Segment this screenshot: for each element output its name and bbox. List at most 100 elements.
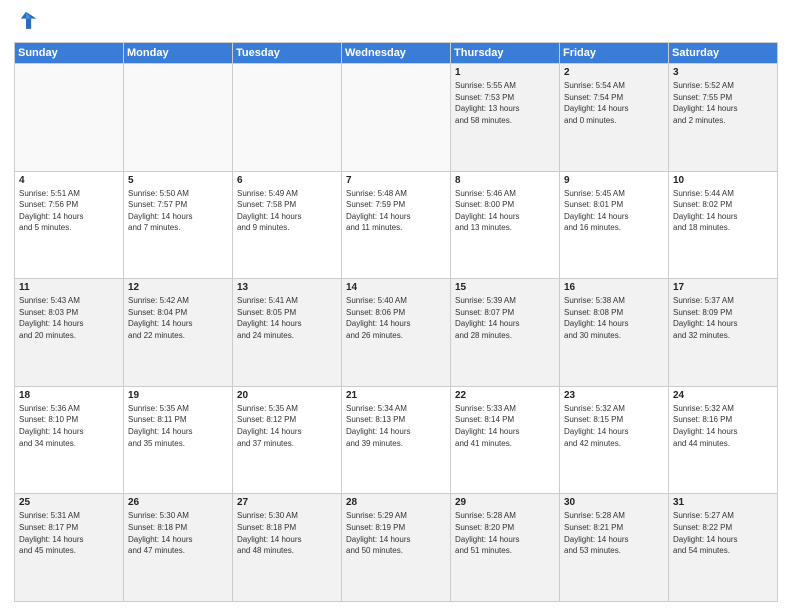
day-number: 2 (564, 67, 664, 78)
calendar-day-cell: 5Sunrise: 5:50 AM Sunset: 7:57 PM Daylig… (124, 171, 233, 279)
day-info-text: Sunrise: 5:41 AM Sunset: 8:05 PM Dayligh… (237, 295, 337, 341)
day-number: 11 (19, 282, 119, 293)
day-number: 28 (346, 497, 446, 508)
calendar-day-cell: 18Sunrise: 5:36 AM Sunset: 8:10 PM Dayli… (15, 386, 124, 494)
logo-icon (14, 10, 38, 34)
day-number: 13 (237, 282, 337, 293)
day-number: 9 (564, 175, 664, 186)
calendar-day-cell: 26 Sunrise: 5:30 AM Sunset: 8:18 PM Dayli… (124, 494, 233, 602)
day-number: 21 (346, 390, 446, 401)
day-number: 22 (455, 390, 555, 401)
day-number: 3 (673, 67, 773, 78)
calendar-day-cell: 31 Sunrise: 5:27 AM Sunset: 8:22 PM Dayli… (669, 494, 778, 602)
calendar-day-cell: 4 Sunrise: 5:51 AM Sunset: 7:56 PM Daylig… (15, 171, 124, 279)
day-info-text: Sunrise: 5:45 AM Sunset: 8:01 PM Dayligh… (564, 188, 664, 234)
day-info-text: Sunrise: 5:27 AM Sunset: 8:22 PM Dayligh… (673, 510, 773, 556)
day-number: 17 (673, 282, 773, 293)
day-number: 25 (19, 497, 119, 508)
day-info-text: Sunrise: 5:30 AM Sunset: 8:18 PM Dayligh… (128, 510, 228, 556)
calendar-day-header: Tuesday (233, 43, 342, 64)
calendar-day-cell: 22 Sunrise: 5:33 AM Sunset: 8:14 PM Dayli… (451, 386, 560, 494)
day-number: 6 (237, 175, 337, 186)
calendar-day-cell: 1Sunrise: 5:55 AM Sunset: 7:53 PM Daylig… (451, 64, 560, 172)
day-info-text: Sunrise: 5:51 AM Sunset: 7:56 PM Dayligh… (19, 188, 119, 234)
day-info-text: Sunrise: 5:35 AM Sunset: 8:12 PM Dayligh… (237, 403, 337, 449)
day-number: 8 (455, 175, 555, 186)
day-number: 10 (673, 175, 773, 186)
calendar-week-row: 18Sunrise: 5:36 AM Sunset: 8:10 PM Dayli… (15, 386, 778, 494)
calendar-day-cell (15, 64, 124, 172)
calendar-day-cell: 16 Sunrise: 5:38 AM Sunset: 8:08 PM Dayli… (560, 279, 669, 387)
day-number: 29 (455, 497, 555, 508)
day-number: 7 (346, 175, 446, 186)
calendar-day-cell: 7 Sunrise: 5:48 AM Sunset: 7:59 PM Daylig… (342, 171, 451, 279)
day-number: 18 (19, 390, 119, 401)
calendar-day-cell: 20 Sunrise: 5:35 AM Sunset: 8:12 PM Dayli… (233, 386, 342, 494)
day-info-text: Sunrise: 5:32 AM Sunset: 8:15 PM Dayligh… (564, 403, 664, 449)
day-info-text: Sunrise: 5:33 AM Sunset: 8:14 PM Dayligh… (455, 403, 555, 449)
calendar-day-cell: 28 Sunrise: 5:29 AM Sunset: 8:19 PM Dayli… (342, 494, 451, 602)
calendar-day-cell: 2 Sunrise: 5:54 AM Sunset: 7:54 PM Daylig… (560, 64, 669, 172)
calendar-week-row: 1Sunrise: 5:55 AM Sunset: 7:53 PM Daylig… (15, 64, 778, 172)
calendar-day-header: Wednesday (342, 43, 451, 64)
calendar-day-cell: 27Sunrise: 5:30 AM Sunset: 8:18 PM Dayli… (233, 494, 342, 602)
calendar-day-cell: 14 Sunrise: 5:40 AM Sunset: 8:06 PM Dayli… (342, 279, 451, 387)
logo (14, 10, 42, 34)
day-number: 1 (455, 67, 555, 78)
day-number: 20 (237, 390, 337, 401)
day-number: 31 (673, 497, 773, 508)
day-number: 26 (128, 497, 228, 508)
calendar-week-row: 25 Sunrise: 5:31 AM Sunset: 8:17 PM Dayli… (15, 494, 778, 602)
calendar-day-cell: 8 Sunrise: 5:46 AM Sunset: 8:00 PM Daylig… (451, 171, 560, 279)
calendar-day-cell: 30 Sunrise: 5:28 AM Sunset: 8:21 PM Dayli… (560, 494, 669, 602)
calendar-day-cell: 15 Sunrise: 5:39 AM Sunset: 8:07 PM Dayli… (451, 279, 560, 387)
day-info-text: Sunrise: 5:39 AM Sunset: 8:07 PM Dayligh… (455, 295, 555, 341)
calendar-day-cell: 25 Sunrise: 5:31 AM Sunset: 8:17 PM Dayli… (15, 494, 124, 602)
calendar-header-row: SundayMondayTuesdayWednesdayThursdayFrid… (15, 43, 778, 64)
calendar-day-cell: 21Sunrise: 5:34 AM Sunset: 8:13 PM Dayli… (342, 386, 451, 494)
day-info-text: Sunrise: 5:32 AM Sunset: 8:16 PM Dayligh… (673, 403, 773, 449)
calendar-day-cell: 3 Sunrise: 5:52 AM Sunset: 7:55 PM Daylig… (669, 64, 778, 172)
day-info-text: Sunrise: 5:49 AM Sunset: 7:58 PM Dayligh… (237, 188, 337, 234)
calendar-day-header: Friday (560, 43, 669, 64)
day-info-text: Sunrise: 5:28 AM Sunset: 8:20 PM Dayligh… (455, 510, 555, 556)
day-info-text: Sunrise: 5:48 AM Sunset: 7:59 PM Dayligh… (346, 188, 446, 234)
day-info-text: Sunrise: 5:29 AM Sunset: 8:19 PM Dayligh… (346, 510, 446, 556)
day-number: 19 (128, 390, 228, 401)
calendar-day-cell: 19 Sunrise: 5:35 AM Sunset: 8:11 PM Dayli… (124, 386, 233, 494)
day-info-text: Sunrise: 5:54 AM Sunset: 7:54 PM Dayligh… (564, 80, 664, 126)
day-number: 4 (19, 175, 119, 186)
calendar-day-cell: 23 Sunrise: 5:32 AM Sunset: 8:15 PM Dayli… (560, 386, 669, 494)
day-number: 15 (455, 282, 555, 293)
day-number: 23 (564, 390, 664, 401)
calendar-day-cell: 17 Sunrise: 5:37 AM Sunset: 8:09 PM Dayli… (669, 279, 778, 387)
day-info-text: Sunrise: 5:46 AM Sunset: 8:00 PM Dayligh… (455, 188, 555, 234)
day-number: 5 (128, 175, 228, 186)
calendar-day-cell: 6 Sunrise: 5:49 AM Sunset: 7:58 PM Daylig… (233, 171, 342, 279)
day-info-text: Sunrise: 5:38 AM Sunset: 8:08 PM Dayligh… (564, 295, 664, 341)
calendar-day-cell: 10Sunrise: 5:44 AM Sunset: 8:02 PM Dayli… (669, 171, 778, 279)
day-info-text: Sunrise: 5:43 AM Sunset: 8:03 PM Dayligh… (19, 295, 119, 341)
calendar-day-cell: 29 Sunrise: 5:28 AM Sunset: 8:20 PM Dayli… (451, 494, 560, 602)
calendar-day-cell: 12Sunrise: 5:42 AM Sunset: 8:04 PM Dayli… (124, 279, 233, 387)
day-info-text: Sunrise: 5:35 AM Sunset: 8:11 PM Dayligh… (128, 403, 228, 449)
day-info-text: Sunrise: 5:52 AM Sunset: 7:55 PM Dayligh… (673, 80, 773, 126)
day-info-text: Sunrise: 5:40 AM Sunset: 8:06 PM Dayligh… (346, 295, 446, 341)
day-number: 14 (346, 282, 446, 293)
calendar-day-cell: 9 Sunrise: 5:45 AM Sunset: 8:01 PM Daylig… (560, 171, 669, 279)
calendar-day-cell (124, 64, 233, 172)
calendar-week-row: 11 Sunrise: 5:43 AM Sunset: 8:03 PM Dayli… (15, 279, 778, 387)
calendar-day-header: Monday (124, 43, 233, 64)
day-info-text: Sunrise: 5:31 AM Sunset: 8:17 PM Dayligh… (19, 510, 119, 556)
day-number: 12 (128, 282, 228, 293)
calendar-day-cell (342, 64, 451, 172)
day-info-text: Sunrise: 5:28 AM Sunset: 8:21 PM Dayligh… (564, 510, 664, 556)
calendar-day-cell: 13 Sunrise: 5:41 AM Sunset: 8:05 PM Dayli… (233, 279, 342, 387)
day-number: 16 (564, 282, 664, 293)
day-info-text: Sunrise: 5:30 AM Sunset: 8:18 PM Dayligh… (237, 510, 337, 556)
day-number: 30 (564, 497, 664, 508)
day-info-text: Sunrise: 5:37 AM Sunset: 8:09 PM Dayligh… (673, 295, 773, 341)
calendar-day-cell: 11 Sunrise: 5:43 AM Sunset: 8:03 PM Dayli… (15, 279, 124, 387)
calendar-table: SundayMondayTuesdayWednesdayThursdayFrid… (14, 42, 778, 602)
calendar-day-cell (233, 64, 342, 172)
